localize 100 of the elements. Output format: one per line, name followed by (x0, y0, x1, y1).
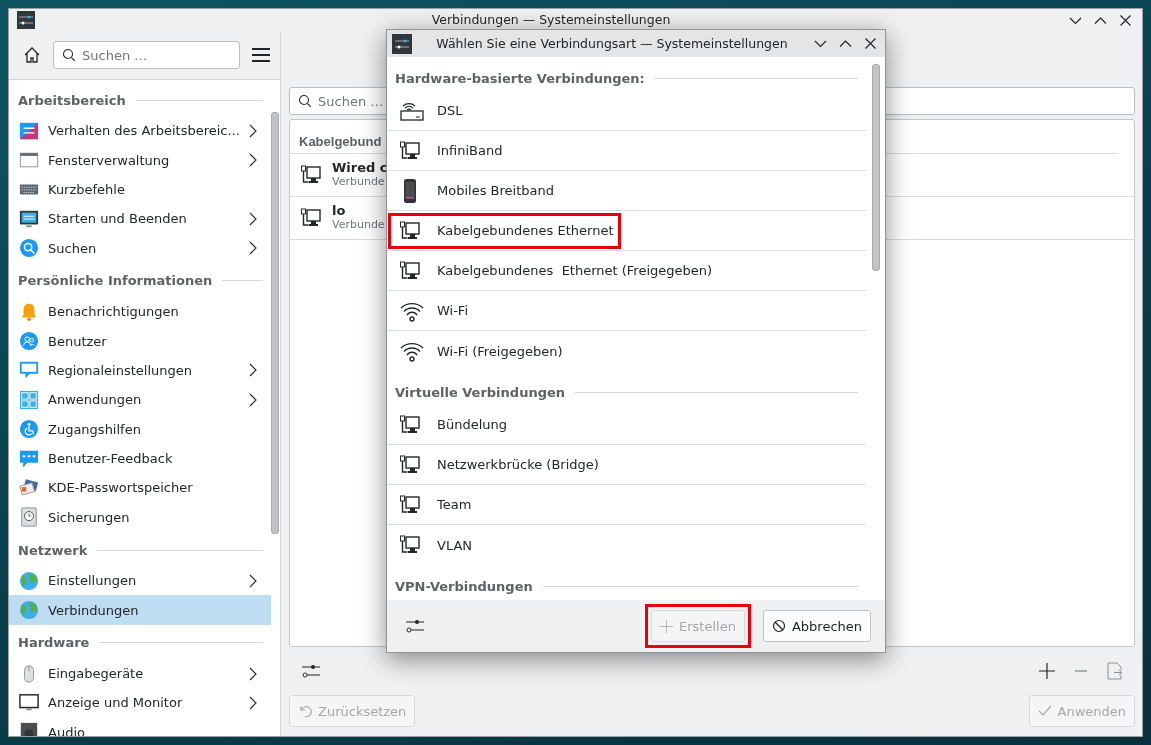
globe-icon (19, 570, 39, 591)
chevron-up-icon (839, 37, 852, 50)
connection-type-label: Netzwerkbrücke (Bridge) (437, 457, 599, 472)
connection-type-row[interactable]: VLAN (387, 525, 866, 565)
network-icon (399, 413, 421, 436)
sidebar-item[interactable]: Benachrichtigungen (9, 296, 271, 327)
sidebar-item[interactable]: Suchen (9, 233, 271, 263)
dialog-title: Wählen Sie eine Verbindungsart — Systemeinstellungen (435, 36, 789, 51)
grid-icon (19, 389, 39, 410)
app-icon (395, 38, 409, 49)
export-button[interactable] (1105, 660, 1125, 682)
sidebar-item[interactable]: Audio (9, 717, 271, 736)
sidebar-item[interactable]: Eingabegeräte (9, 658, 271, 689)
globe-icon (19, 600, 39, 621)
section-heading: Hardware-basierte Verbindungen: (395, 70, 645, 86)
connection-type-row[interactable]: Wi-Fi (Freigegeben) (387, 331, 866, 371)
close-icon (864, 37, 877, 50)
sidebar-item[interactable]: Verbindungen (9, 595, 271, 625)
clock-drive-icon (19, 507, 39, 528)
scrollbar-thumb[interactable] (871, 64, 880, 271)
sidebar-item[interactable]: Anwendungen (9, 385, 271, 415)
connection-type-row[interactable]: DSL (387, 91, 866, 131)
connection-type-label: Wi-Fi (437, 303, 468, 318)
monitor-icon (19, 692, 39, 713)
connection-status: Verbunde (332, 218, 385, 231)
checkmark-icon (1037, 704, 1052, 718)
connection-type-label: Kabelgebundenes Ethernet (437, 223, 614, 238)
sliders-icon (405, 618, 425, 634)
close-icon (1119, 13, 1132, 27)
sidebar-item[interactable]: KDE-Passwortspeicher (9, 473, 271, 503)
sliders-icon (301, 663, 321, 679)
undo-icon (298, 704, 312, 718)
section-heading: Virtuelle Verbindungen (395, 384, 566, 400)
sidebar-item[interactable]: Zugangshilfen (9, 414, 271, 444)
menu-button[interactable] (250, 45, 272, 65)
connection-name: lo (332, 203, 347, 218)
plus-icon (1039, 663, 1055, 679)
connection-type-row[interactable]: Bündelung (387, 405, 866, 445)
connection-type-label: DSL (437, 103, 463, 118)
sidebar-item[interactable]: Regionaleinstellungen (9, 355, 271, 386)
section-heading: Arbeitsbereich (18, 92, 126, 108)
section-heading: Netzwerk (18, 542, 88, 558)
sidebar-item[interactable]: Benutzer-Feedback (9, 443, 271, 474)
cards-icon (19, 478, 39, 498)
search-icon (19, 238, 39, 259)
connection-type-row[interactable]: Team (387, 485, 866, 525)
connection-type-row[interactable]: Kabelgebundenes Ethernet (Freigegeben) (387, 251, 866, 291)
speaker-icon (19, 722, 39, 736)
users-icon (19, 331, 39, 352)
section-heading: Kabelgebund (299, 134, 382, 149)
window-title: Verbindungen — Systemeinstellungen (430, 13, 672, 27)
sidebar-item[interactable]: Sicherungen (9, 502, 271, 533)
sidebar-item[interactable]: Starten und Beenden (9, 204, 271, 234)
section-heading: VPN-Verbindungen (395, 578, 533, 594)
plus-icon (660, 619, 674, 633)
bell-icon (19, 301, 39, 322)
network-icon (300, 207, 322, 229)
connection-type-label: VLAN (437, 537, 473, 553)
network-icon (300, 164, 322, 186)
scrollbar-thumb[interactable] (271, 112, 280, 534)
connection-type-row[interactable]: Wi-Fi (387, 291, 866, 331)
minus-icon (1075, 670, 1087, 672)
sidebar-item[interactable]: Kurzbefehle (9, 174, 271, 205)
cancel-button[interactable]: Abbrechen (762, 610, 871, 642)
connection-type-label: Kabelgebundenes Ethernet (Freigegeben) (437, 263, 713, 278)
monitor-icon (19, 208, 39, 229)
sidebar-item[interactable]: Einstellungen (9, 566, 271, 596)
cancel-icon (771, 619, 786, 633)
network-icon (399, 493, 421, 516)
connection-type-row[interactable]: Mobiles Breitband (387, 171, 866, 211)
add-button[interactable] (1037, 661, 1057, 681)
sidebar-item[interactable]: Anzeige und Monitor (9, 688, 271, 718)
connection-type-label: Bündelung (437, 417, 507, 432)
connection-type-label: Wi-Fi (Freigegeben) (437, 343, 563, 359)
search-field[interactable]: Suchen … (53, 41, 240, 69)
accessibility-icon (19, 419, 39, 440)
feedback-icon (19, 448, 39, 469)
connection-status: Verbunde (332, 175, 386, 188)
network-icon (399, 453, 421, 476)
connection-type-row[interactable]: Netzwerkbrücke (Bridge) (387, 445, 866, 485)
network-icon (399, 534, 421, 556)
network-icon (399, 259, 421, 282)
speech-bubble-icon (19, 360, 39, 381)
app-icon (19, 15, 33, 25)
connection-type-row[interactable]: InfiniBand (387, 131, 866, 171)
section-heading: Persönliche Informationen (18, 273, 213, 289)
network-icon (399, 219, 421, 242)
sidebar-item[interactable]: Verhalten des Arbeitsbereic... (9, 116, 271, 146)
home-icon (23, 46, 41, 64)
network-icon (399, 139, 421, 162)
sidebar-item[interactable]: Benutzer (9, 326, 271, 356)
menu-icon (252, 47, 270, 63)
connection-type-label: InfiniBand (437, 143, 503, 158)
export-file-icon (1107, 662, 1123, 680)
sidebar-item[interactable]: Fensterverwaltung (9, 145, 271, 175)
desktop-icon (19, 120, 39, 141)
section-heading: Hardware (18, 635, 90, 651)
connection-type-label: Mobiles Breitband (437, 183, 554, 198)
connection-type-label: Team (437, 497, 472, 512)
connection-type-row[interactable]: Kabelgebundenes Ethernet (387, 211, 866, 251)
